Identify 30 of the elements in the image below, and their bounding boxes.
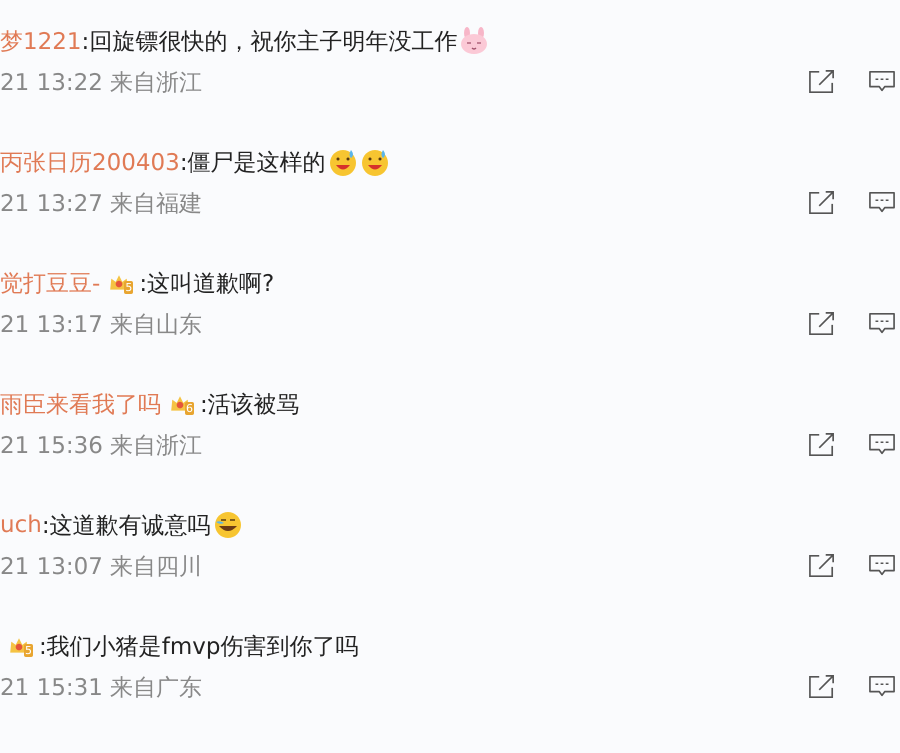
user-name[interactable]: 雨臣来看我了吗 <box>0 388 161 420</box>
comment-time: 21 15:36 来自浙江 <box>0 432 202 460</box>
comment-text: :这道歉有诚意吗 <box>42 512 211 540</box>
user-name[interactable]: 觉打豆豆- <box>0 268 100 298</box>
comment-text: :这叫道歉啊? <box>139 270 274 298</box>
bunny-emoji-icon <box>459 26 490 56</box>
crown-badge: 5 <box>8 635 33 657</box>
comment-time: 21 13:17 来自山东 <box>0 310 202 340</box>
comment-text: :活该被骂 <box>200 390 300 420</box>
comment-text: :回旋镖很快的，祝你主子明年没工作 <box>82 28 458 56</box>
share-icon[interactable] <box>808 674 836 700</box>
crown-badge: 5 <box>108 272 134 294</box>
crown-badge: 6 <box>169 393 194 415</box>
share-icon[interactable] <box>808 311 836 337</box>
comment-text: :僵尸是这样的 <box>180 148 326 178</box>
laughing-emoji-icon <box>360 147 390 177</box>
comment-time: 21 13:22 来自浙江 <box>0 68 202 98</box>
user-name[interactable]: 梦1221 <box>0 26 82 56</box>
share-icon[interactable] <box>808 553 836 579</box>
comment-time: 21 15:31 来自广东 <box>0 674 202 702</box>
comment-text: :我们小猪是fmvp伤害到你了吗 <box>39 632 358 662</box>
user-name[interactable]: 丙张日历200403 <box>0 146 180 178</box>
share-icon[interactable] <box>808 69 836 95</box>
crying-laugh-emoji-icon <box>212 510 243 540</box>
comment-time: 21 13:07 来自四川 <box>0 552 202 582</box>
comment-time: 21 13:27 来自福建 <box>0 190 202 218</box>
share-icon[interactable] <box>808 432 836 458</box>
user-name[interactable]: uch <box>0 512 42 538</box>
share-icon[interactable] <box>808 190 836 216</box>
laughing-emoji-icon <box>328 147 358 177</box>
